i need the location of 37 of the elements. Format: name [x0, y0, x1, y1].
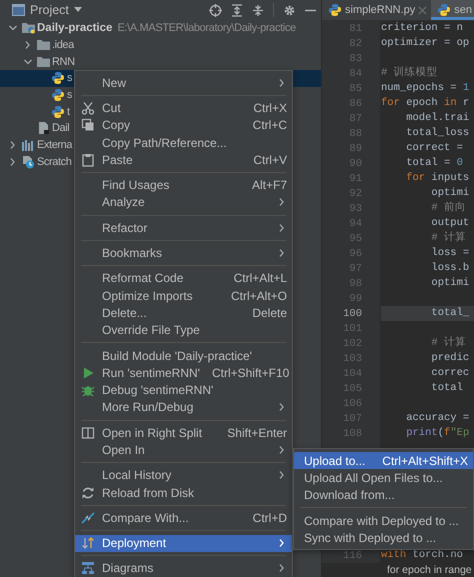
code-line: predic: [430, 351, 470, 366]
code-line: # 前向: [430, 201, 468, 216]
line-number: 100: [342, 308, 362, 320]
code-line: optimi: [430, 276, 470, 291]
shortcut-label: Ctrl+Alt+Shift+X: [382, 454, 468, 468]
shortcut-label: Ctrl+C: [252, 118, 287, 132]
code-line: total_loss: [405, 126, 470, 141]
shortcut-label: Delete: [252, 306, 287, 320]
code-line: with torch.no: [381, 548, 464, 563]
shortcut-label: Ctrl+X: [253, 100, 287, 115]
code-line: total: [430, 381, 464, 396]
shortcut-label: Alt+F7: [252, 178, 287, 192]
code-line: correc: [430, 366, 470, 381]
code-line: num_epochs = 1: [381, 81, 470, 96]
code-line: for inputs: [405, 171, 470, 186]
shortcut-label: Ctrl+D: [252, 510, 287, 525]
code-line: accuracy =: [405, 411, 470, 426]
shortcut-label: Shift+Enter: [227, 426, 287, 440]
code-line: # 计算: [430, 336, 468, 351]
code-line: for epoch in r: [381, 96, 470, 111]
code-line: criterion = n: [381, 21, 464, 36]
code-line: print(f"Ep: [405, 426, 470, 441]
shortcut-label: Ctrl+Shift+F10: [212, 366, 290, 380]
shortcut-label: Ctrl+V: [253, 152, 287, 167]
shortcut-label: Ctrl+Alt+O: [230, 288, 287, 303]
code-line: # 计算: [430, 231, 468, 246]
code-line: loss =: [430, 246, 470, 261]
code-line: model.trai: [405, 111, 470, 126]
code-line: # 训练模型: [381, 66, 439, 81]
code-line: optimi: [430, 186, 470, 201]
code-line: total = 0: [405, 156, 464, 171]
project-path: E:\A.MASTER\laboratory\Daily-practice: [117, 22, 296, 34]
code-line: output: [430, 216, 470, 231]
shortcut-label: Ctrl+Alt+L: [234, 271, 287, 286]
code-line: optimizer = op: [381, 36, 470, 51]
code-line: loss.b: [430, 261, 470, 276]
code-line: correct =: [405, 141, 464, 156]
